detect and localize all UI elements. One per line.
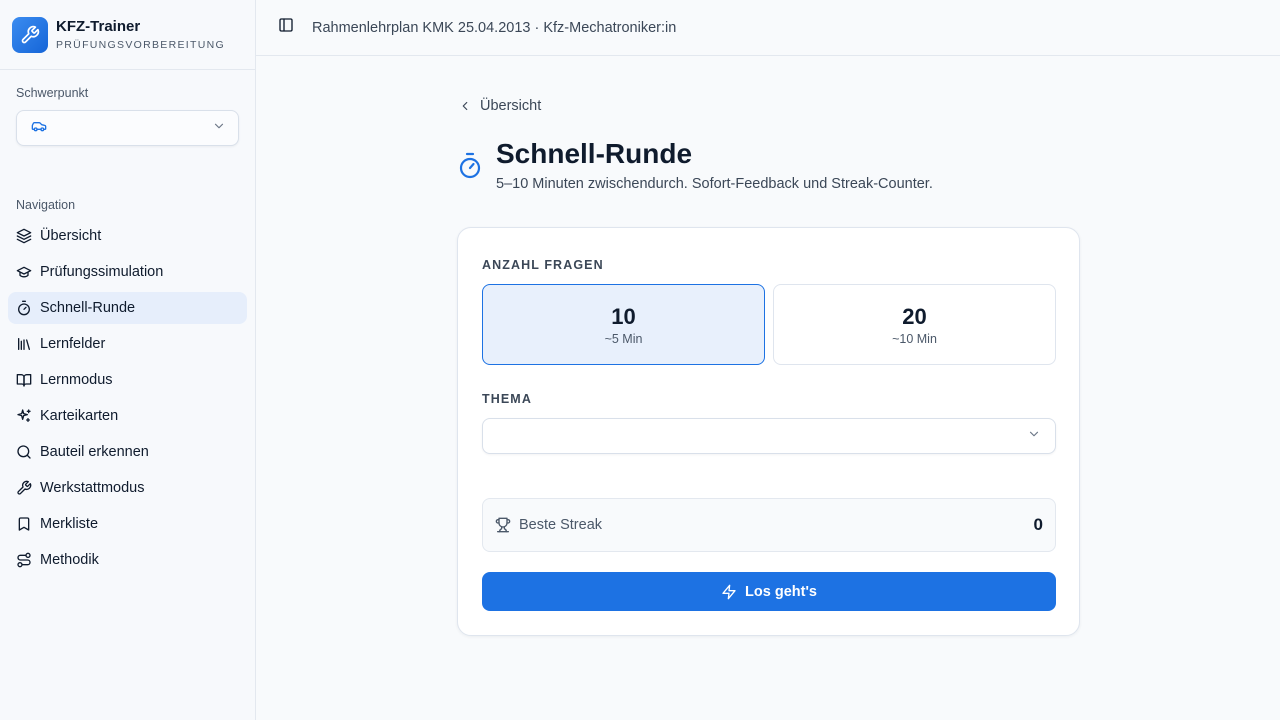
count-option-20[interactable]: 20 ~10 Min xyxy=(773,284,1056,365)
brand-subtitle: PRÜFUNGSVORBEREITUNG xyxy=(56,38,225,51)
search-icon xyxy=(16,444,32,460)
sidebar-item-label: Übersicht xyxy=(40,228,102,244)
sidebar-item-label: Bauteil erkennen xyxy=(40,444,149,460)
book-open-icon xyxy=(16,372,32,388)
sidebar-item-schnell-runde[interactable]: Schnell-Runde xyxy=(8,292,247,324)
topic-select[interactable] xyxy=(482,418,1056,454)
sidebar-item-label: Merkliste xyxy=(40,516,99,532)
car-icon xyxy=(31,118,47,139)
focus-select[interactable] xyxy=(16,110,239,146)
sidebar-item-bauteil-erkennen[interactable]: Bauteil erkennen xyxy=(8,436,247,468)
chevron-left-icon xyxy=(458,99,472,113)
best-streak-value: 0 xyxy=(1033,515,1043,534)
sidebar-item-label: Lernfelder xyxy=(40,336,106,352)
brand-title: KFZ-Trainer xyxy=(56,17,141,35)
start-button[interactable]: Los geht's xyxy=(482,572,1056,611)
nav-label: Navigation xyxy=(16,198,76,212)
count-option-duration: ~5 Min xyxy=(604,331,643,346)
count-option-duration: ~10 Min xyxy=(892,331,937,346)
topbar: Rahmenlehrplan KMK 25.04.2013 · Kfz-Mech… xyxy=(256,0,1280,56)
sidebar-item-label: Schnell-Runde xyxy=(40,300,136,316)
sidebar-item-uebersicht[interactable]: Übersicht xyxy=(8,220,247,252)
wrench-icon xyxy=(16,480,32,496)
wrench-icon xyxy=(12,16,48,53)
sidebar-item-werkstattmodus[interactable]: Werkstattmodus xyxy=(8,472,247,504)
sidebar-item-methodik[interactable]: Methodik xyxy=(8,544,247,576)
chevron-down-icon xyxy=(1027,427,1041,446)
trophy-icon xyxy=(495,517,511,533)
count-option-number: 20 xyxy=(902,303,927,329)
count-option-10[interactable]: 10 ~5 Min xyxy=(482,284,765,365)
layers-icon xyxy=(16,228,32,244)
sidebar-toggle-icon[interactable] xyxy=(278,17,294,38)
sidebar-item-pruefungssimulation[interactable]: Prüfungssimulation xyxy=(8,256,247,288)
sparkles-icon xyxy=(16,408,32,424)
sidebar-item-lernmodus[interactable]: Lernmodus xyxy=(8,364,247,396)
count-option-number: 10 xyxy=(611,303,636,329)
sidebar-item-label: Methodik xyxy=(40,552,99,568)
back-link[interactable]: Übersicht xyxy=(458,98,541,114)
graduation-cap-icon xyxy=(16,264,32,280)
sidebar-nav: Übersicht Prüfungssimulation Schnell-Run… xyxy=(8,220,247,580)
timer-icon xyxy=(16,300,32,316)
brand[interactable]: KFZ-Trainer PRÜFUNGSVORBEREITUNG xyxy=(0,0,255,70)
sidebar-item-label: Prüfungssimulation xyxy=(40,264,164,280)
sidebar-item-label: Karteikarten xyxy=(40,408,119,424)
question-count-label: ANZAHL FRAGEN xyxy=(482,258,604,272)
route-icon xyxy=(16,552,32,568)
best-streak-panel: Beste Streak 0 xyxy=(482,498,1056,552)
sidebar-item-label: Lernmodus xyxy=(40,372,113,388)
sidebar-item-karteikarten[interactable]: Karteikarten xyxy=(8,400,247,432)
curriculum-info: Rahmenlehrplan KMK 25.04.2013 · Kfz-Mech… xyxy=(312,19,677,36)
bookmark-icon xyxy=(16,516,32,532)
topic-label: THEMA xyxy=(482,392,532,406)
library-icon xyxy=(16,336,32,352)
sidebar-item-merkliste[interactable]: Merkliste xyxy=(8,508,247,540)
timer-icon xyxy=(458,152,482,185)
lightning-icon xyxy=(721,584,737,600)
chevron-down-icon xyxy=(212,119,226,138)
quick-round-card: ANZAHL FRAGEN 10 ~5 Min 20 ~10 Min THEMA… xyxy=(457,227,1080,636)
start-button-label: Los geht's xyxy=(745,583,817,600)
sidebar-item-lernfelder[interactable]: Lernfelder xyxy=(8,328,247,360)
focus-label: Schwerpunkt xyxy=(16,86,89,100)
page-title: Schnell-Runde xyxy=(496,138,693,169)
best-streak-label: Beste Streak xyxy=(519,517,603,533)
sidebar: KFZ-Trainer PRÜFUNGSVORBEREITUNG Schwerp… xyxy=(0,0,256,720)
back-link-label: Übersicht xyxy=(480,98,542,114)
sidebar-item-label: Werkstattmodus xyxy=(40,480,145,496)
page-subtitle: 5–10 Minuten zwischendurch. Sofort-Feedb… xyxy=(496,176,933,192)
